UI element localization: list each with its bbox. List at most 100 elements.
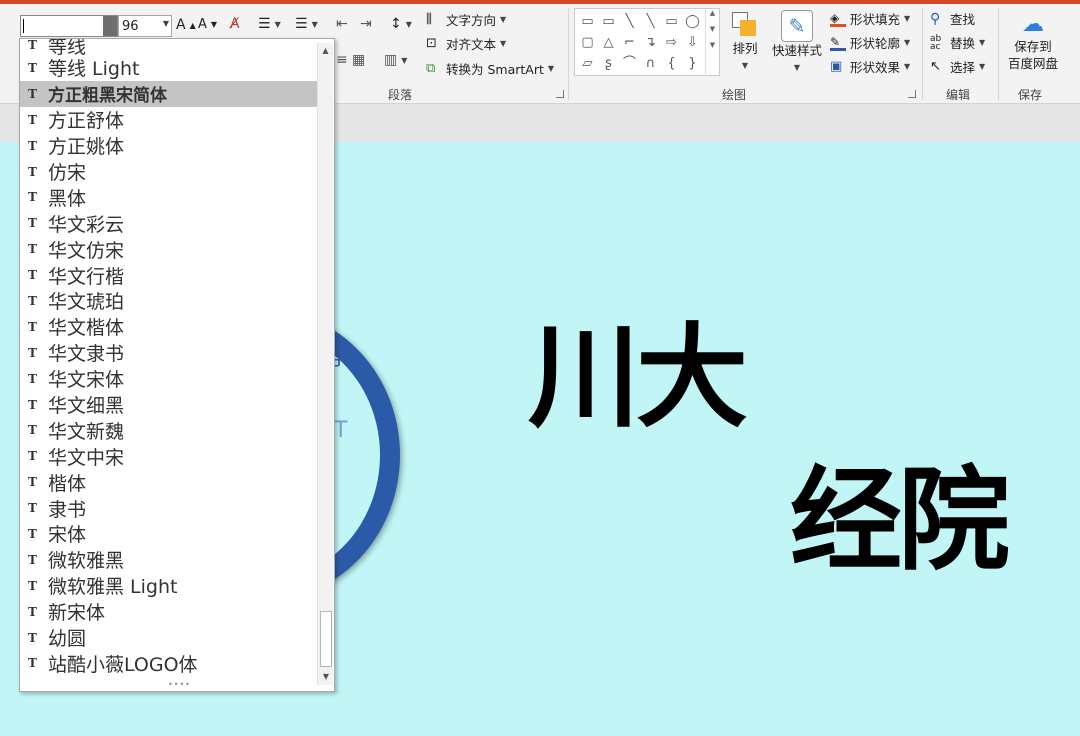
convert-smartart-button[interactable]: ⧉ 转换为 SmartArt ▼	[426, 59, 554, 78]
font-list-item[interactable]: T 方正粗黑宋简体	[20, 80, 318, 107]
font-list-item[interactable]: T 宋体	[20, 521, 318, 547]
replace-button[interactable]: ab ac 替换 ▼	[930, 33, 985, 52]
font-list-item[interactable]: T 华文彩云	[20, 210, 318, 236]
decrease-indent-button[interactable]: ⇤	[336, 16, 348, 32]
drawing-group-label: 绘图	[722, 88, 747, 102]
font-name-label: 等线	[48, 38, 87, 55]
shape-item[interactable]: ◯	[682, 11, 703, 32]
scrollbar-thumb[interactable]	[320, 611, 332, 667]
font-list-item[interactable]: T 幼圆	[20, 625, 318, 651]
save-to-baidu-button[interactable]: ☁ 保存到 百度网盘	[1004, 12, 1062, 72]
slide-title-line2[interactable]: 经院	[790, 465, 1010, 577]
font-list-item[interactable]: T 华文仿宋	[20, 236, 318, 262]
shape-item[interactable]: ▱	[577, 53, 598, 74]
truetype-icon: T	[28, 164, 37, 179]
shape-effects-icon: ▣	[830, 58, 843, 74]
quick-styles-button[interactable]: ✎ 快速样式 ▼	[768, 10, 826, 76]
font-list-item[interactable]: T 华文细黑	[20, 392, 318, 418]
font-dropdown[interactable]: T 等线 T 等线 Light T 方正粗黑宋简体 T 方正舒体 T 方正姚体 T 仿宋 T 黑体 T 华文彩…	[19, 38, 335, 692]
shape-outline-button[interactable]: ✎ 形状轮廓 ▼	[830, 33, 910, 52]
font-list-item[interactable]: T 华文隶书	[20, 340, 318, 366]
shape-item[interactable]: ⌐	[619, 32, 640, 53]
font-size-value: 96	[122, 19, 139, 34]
shapes-gallery[interactable]: ▭ ▭ ╲ ╲ ▭ ◯ ▢ △ ⌐ ↴ ⇨ ⇩ ▱ ʂ ⌒ ∩{} ▲ ▼ ▼	[574, 8, 720, 76]
truetype-icon: T	[28, 501, 37, 516]
font-list-item[interactable]: T 华文新魏	[20, 417, 318, 443]
font-list-item[interactable]: T 华文楷体	[20, 314, 318, 340]
replace-icon: ab ac	[930, 33, 942, 52]
shape-fill-button[interactable]: ◈ 形状填充 ▼	[830, 9, 910, 28]
shape-item[interactable]: ⇨	[661, 32, 682, 53]
find-label: 查找	[950, 12, 976, 27]
font-list-item[interactable]: T 微软雅黑	[20, 547, 318, 573]
shape-effects-button[interactable]: ▣ 形状效果 ▼	[830, 57, 910, 76]
shape-item[interactable]: ⌒	[619, 53, 640, 74]
truetype-icon: T	[28, 526, 37, 541]
shape-item[interactable]: ▭	[577, 11, 598, 32]
find-button[interactable]: ⚲ 查找	[930, 9, 975, 28]
editing-group-label: 编辑	[946, 88, 971, 102]
font-list-item[interactable]: T 等线 Light	[20, 55, 318, 81]
font-list-item[interactable]: T 华文宋体	[20, 366, 318, 392]
font-list-item[interactable]: T 仿宋	[20, 159, 318, 185]
font-list-item[interactable]: T 微软雅黑 Light	[20, 573, 318, 599]
shape-item[interactable]: ʂ	[598, 53, 619, 74]
font-name-label: 站酷小薇LOGO体	[48, 653, 198, 676]
numbering-button[interactable]: ☰ ▼	[295, 16, 318, 32]
arrange-button[interactable]: 排列 ▼	[728, 10, 762, 74]
shape-item[interactable]: ╲	[619, 11, 640, 32]
font-name-label: 华文彩云	[48, 213, 125, 236]
shape-item[interactable]: ↴	[640, 32, 661, 53]
align-right-button[interactable]: ≡	[336, 52, 348, 68]
shape-item[interactable]: }	[682, 53, 703, 74]
scroll-up-icon[interactable]: ▲	[318, 43, 333, 59]
font-name-input[interactable]	[20, 15, 118, 37]
group-separator	[568, 8, 569, 100]
smartart-icon: ⧉	[426, 60, 436, 76]
font-list-item[interactable]: T 等线	[20, 38, 318, 55]
quick-styles-label: 快速样式	[771, 43, 822, 58]
font-name-label: 华文细黑	[48, 395, 125, 418]
select-button[interactable]: ↖ 选择 ▼	[930, 57, 985, 76]
justify-button[interactable]: ▦	[352, 52, 365, 68]
resize-grip[interactable]: ••••	[168, 680, 191, 689]
truetype-icon: T	[28, 38, 37, 52]
drawing-dialog-launcher[interactable]	[908, 90, 916, 98]
shape-item[interactable]: △	[598, 32, 619, 53]
font-list-item[interactable]: T 新宋体	[20, 599, 318, 625]
font-name-dropdown-button[interactable]	[103, 16, 117, 36]
font-list-item[interactable]: T 华文琥珀	[20, 288, 318, 314]
font-size-input[interactable]: 96 ▼	[118, 15, 172, 37]
shape-item[interactable]: ▭	[598, 11, 619, 32]
shape-item[interactable]: ∩	[640, 53, 661, 74]
font-list-scrollbar[interactable]: ▲ ▼	[317, 43, 333, 685]
text-direction-button[interactable]: ⫼ 文字方向 ▼	[426, 10, 506, 29]
line-spacing-button[interactable]: ↕ ▼	[390, 16, 412, 32]
font-list-item[interactable]: T 黑体	[20, 184, 318, 210]
gallery-scrollbar[interactable]: ▲ ▼ ▼	[705, 9, 719, 75]
grow-font-button[interactable]: A ▲	[176, 17, 196, 33]
shape-item[interactable]: ⇩	[682, 32, 703, 53]
font-list-item[interactable]: T 站酷小薇LOGO体	[20, 650, 318, 676]
chevron-down-icon[interactable]: ▼	[163, 19, 169, 28]
shape-item[interactable]: ╲	[640, 11, 661, 32]
align-text-button[interactable]: ⊡ 对齐文本 ▼	[426, 34, 506, 53]
paragraph-dialog-launcher[interactable]	[556, 90, 564, 98]
shape-item[interactable]: ▢	[577, 32, 598, 53]
font-list-item[interactable]: T 方正姚体	[20, 133, 318, 159]
font-list-item[interactable]: T 华文行楷	[20, 262, 318, 288]
bullets-button[interactable]: ☰ ▼	[258, 16, 281, 32]
font-list-item[interactable]: T 隶书	[20, 495, 318, 521]
font-list-item[interactable]: T 楷体	[20, 469, 318, 495]
arrange-icon	[730, 10, 760, 40]
shrink-font-button[interactable]: A ▼	[198, 17, 217, 32]
shape-item[interactable]: {	[661, 53, 682, 74]
slide-title-line1[interactable]: 川大	[528, 322, 748, 434]
clear-formatting-icon[interactable]: A̸	[230, 16, 240, 32]
scroll-down-icon[interactable]: ▼	[318, 669, 334, 685]
columns-button[interactable]: ▥ ▼	[384, 52, 407, 68]
font-list-item[interactable]: T 方正舒体	[20, 107, 318, 133]
shape-item[interactable]: ▭	[661, 11, 682, 32]
font-list-item[interactable]: T 华文中宋	[20, 443, 318, 469]
increase-indent-button[interactable]: ⇥	[360, 16, 372, 32]
